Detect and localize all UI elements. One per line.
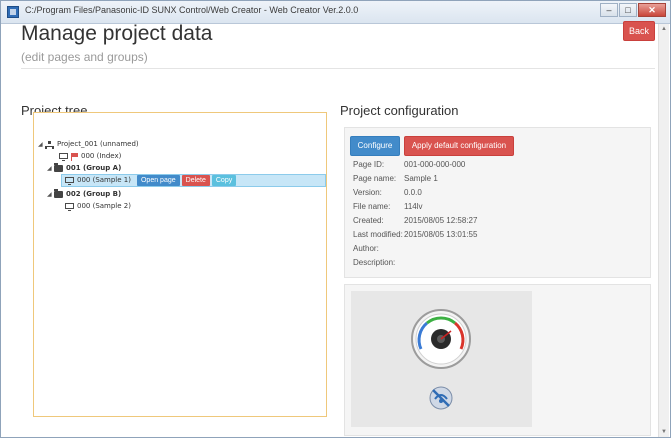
created-value: 2015/08/05 12:58:27	[404, 216, 478, 225]
expand-caret-icon[interactable]: ◢	[47, 163, 54, 174]
configure-button[interactable]: Configure	[350, 136, 400, 156]
tree-node-sample1[interactable]: 000 (Sample 1) Open page Delete Copy	[65, 175, 237, 186]
page-preview-canvas	[351, 291, 532, 427]
window-title: C:/Program Files/Panasonic-ID SUNX Contr…	[25, 5, 359, 15]
tree-node-label: 000 (Sample 1)	[77, 176, 131, 184]
tree-node-project[interactable]: ◢ Project_001 (unnamed)	[38, 139, 139, 150]
tree-node-sample2[interactable]: 000 (Sample 2)	[65, 201, 131, 212]
last-modified-value: 2015/08/05 13:01:55	[404, 230, 478, 239]
file-name-label: File name:	[353, 202, 391, 211]
page-title: Manage project data	[21, 22, 213, 45]
tree-node-index[interactable]: 000 (Index)	[59, 151, 121, 162]
vertical-scrollbar[interactable]: ▲ ▼	[658, 24, 669, 437]
monitor-icon	[59, 152, 68, 161]
expand-caret-icon[interactable]: ◢	[38, 139, 45, 150]
tree-node-group-a[interactable]: ◢ 001 (Group A)	[47, 163, 121, 174]
app-icon	[7, 6, 19, 18]
description-label: Description:	[353, 258, 396, 267]
no-connection-icon	[429, 386, 453, 410]
scroll-down-icon[interactable]: ▼	[659, 427, 669, 437]
last-modified-label: Last modified:	[353, 230, 403, 239]
version-value: 0.0.0	[404, 188, 422, 197]
author-label: Author:	[353, 244, 379, 253]
project-config-heading: Project configuration	[340, 103, 459, 118]
delete-button[interactable]: Delete	[181, 175, 210, 186]
monitor-icon	[65, 202, 74, 211]
scroll-up-icon[interactable]: ▲	[659, 24, 669, 34]
title-bar[interactable]: C:/Program Files/Panasonic-ID SUNX Contr…	[1, 1, 670, 24]
window-controls: – □ ✕	[599, 3, 666, 19]
back-button[interactable]: Back	[623, 21, 655, 41]
tree-node-label: Project_001 (unnamed)	[57, 140, 139, 148]
folder-icon	[54, 163, 63, 172]
minimize-button[interactable]: –	[600, 3, 618, 17]
tree-node-label: 000 (Index)	[81, 152, 122, 160]
tree-node-label: 000 (Sample 2)	[77, 202, 131, 210]
version-label: Version:	[353, 188, 382, 197]
tree-node-group-b[interactable]: ◢ 002 (Group B)	[47, 189, 121, 200]
header-divider	[21, 68, 655, 69]
maximize-button[interactable]: □	[619, 3, 637, 17]
monitor-icon	[65, 176, 74, 185]
open-page-button[interactable]: Open page	[136, 175, 180, 186]
close-button[interactable]: ✕	[638, 3, 666, 17]
folder-icon	[54, 189, 63, 198]
tree-node-label: 002 (Group B)	[66, 190, 122, 198]
page-name-label: Page name:	[353, 174, 397, 183]
sitemap-icon	[45, 140, 54, 149]
apply-default-configuration-button[interactable]: Apply default configuration	[404, 136, 514, 156]
gauge-icon	[411, 309, 471, 369]
flag-icon	[71, 152, 78, 161]
expand-caret-icon[interactable]: ◢	[47, 189, 54, 200]
page-id-label: Page ID:	[353, 160, 385, 169]
page-subtitle: (edit pages and groups)	[21, 50, 148, 64]
copy-button[interactable]: Copy	[211, 175, 237, 186]
page-name-value: Sample 1	[404, 174, 438, 183]
preview-svg	[411, 309, 471, 410]
page-id-value: 001-000-000-000	[404, 160, 466, 169]
created-label: Created:	[353, 216, 384, 225]
tree-node-label: 001 (Group A)	[66, 164, 122, 172]
file-name-value: 114lv	[404, 202, 423, 211]
